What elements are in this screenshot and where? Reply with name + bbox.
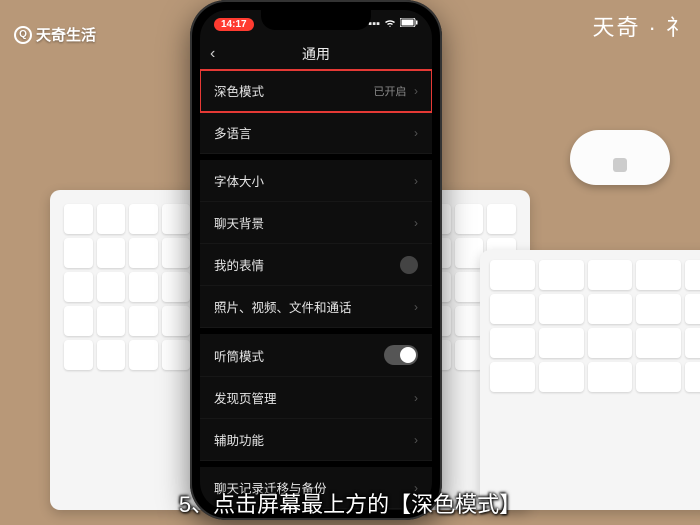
row-label: 辅助功能 [214, 430, 264, 449]
chevron-right-icon: › [414, 300, 418, 314]
instruction-caption: 5、点击屏幕最上方的【深色模式】 [0, 487, 700, 519]
row-label: 字体大小 [214, 171, 264, 190]
row-media[interactable]: 照片、视频、文件和通话 › [200, 286, 432, 328]
row-multi-language[interactable]: 多语言 › [200, 112, 432, 154]
phone-screen: 14:17 ▪▪▪▪ ‹ 通用 深色模式 已开启 › [200, 10, 432, 510]
row-my-stickers[interactable]: 我的表情 [200, 244, 432, 286]
page-title: 通用 [302, 44, 330, 64]
phone-frame: 14:17 ▪▪▪▪ ‹ 通用 深色模式 已开启 › [190, 0, 442, 520]
row-label: 听筒模式 [214, 346, 264, 365]
row-label: 我的表情 [214, 255, 264, 274]
chevron-right-icon: › [414, 174, 418, 188]
row-label: 聊天背景 [214, 213, 264, 232]
battery-icon [400, 18, 418, 30]
settings-list: 深色模式 已开启 › 多语言 › 字体大小 › 聊天背景 › 我的表情 [200, 70, 432, 510]
status-time: 14:17 [214, 18, 254, 31]
status-icons: ▪▪▪▪ [364, 18, 418, 31]
row-earpiece-mode[interactable]: 听筒模式 [200, 334, 432, 377]
chevron-right-icon: › [414, 391, 418, 405]
chevron-right-icon: › [414, 126, 418, 140]
watermark-right: 天奇 · 礻 [592, 10, 690, 42]
row-label: 深色模式 [214, 81, 264, 100]
chevron-right-icon: › [414, 216, 418, 230]
logo-icon: Q [14, 26, 32, 44]
nav-bar: ‹ 通用 [200, 38, 432, 70]
row-label: 多语言 [214, 123, 252, 142]
chevron-right-icon: › [414, 433, 418, 447]
numpad-prop [480, 250, 700, 510]
wifi-icon [384, 18, 396, 31]
row-accessibility[interactable]: 辅助功能 › [200, 419, 432, 461]
row-label: 照片、视频、文件和通话 [214, 297, 352, 316]
row-status: 已开启 [374, 86, 407, 98]
watermark-left-text: 天奇生活 [36, 24, 96, 45]
row-chat-background[interactable]: 聊天背景 › [200, 202, 432, 244]
row-font-size[interactable]: 字体大小 › [200, 160, 432, 202]
row-label: 发现页管理 [214, 388, 277, 407]
row-discover-manage[interactable]: 发现页管理 › [200, 377, 432, 419]
watermark-left: Q 天奇生活 [14, 24, 96, 45]
notch [261, 10, 371, 30]
chevron-right-icon: › [414, 84, 418, 98]
toggle-earpiece[interactable] [384, 345, 418, 365]
back-button[interactable]: ‹ [210, 45, 215, 63]
indicator-icon [400, 256, 418, 274]
row-dark-mode[interactable]: 深色模式 已开启 › [200, 70, 432, 112]
mouse-prop [570, 130, 670, 185]
